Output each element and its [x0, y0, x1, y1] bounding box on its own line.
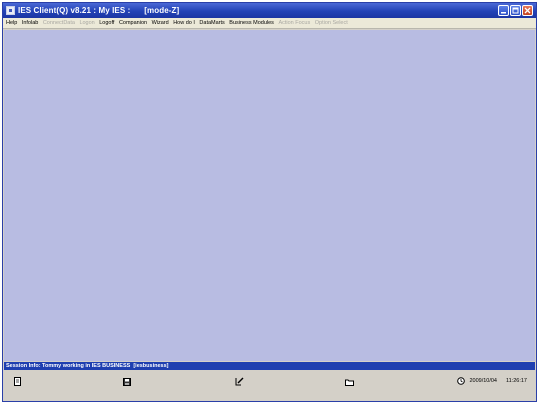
- main-workspace: [4, 30, 535, 361]
- menu-infolab[interactable]: Infolab: [22, 20, 39, 26]
- menu-connectdata[interactable]: ConnectData: [43, 20, 75, 26]
- clock-icon: [457, 377, 466, 385]
- time-text: 11:26:17: [505, 378, 527, 384]
- menu-logoff[interactable]: Logoff: [99, 20, 114, 26]
- close-icon: [524, 7, 531, 14]
- menu-help[interactable]: Help: [6, 20, 17, 26]
- date-time-display: 2009/10/04 11:26:17: [457, 377, 527, 385]
- document-icon[interactable]: [13, 377, 22, 386]
- menu-bar: Help Infolab ConnectData Logon Logoff Co…: [3, 18, 536, 29]
- menu-wizard[interactable]: Wizard: [152, 20, 169, 26]
- title-bar[interactable]: IES Client(Q) v8.21 : My IES : [mode-Z]: [3, 3, 536, 18]
- session-info-bar: Session Info: Tommy working in IES BUSIN…: [4, 362, 535, 370]
- menu-logon[interactable]: Logon: [79, 20, 94, 26]
- close-button[interactable]: [522, 5, 533, 16]
- maximize-icon: [512, 7, 519, 14]
- menu-datamarts[interactable]: DataMarts: [199, 20, 224, 26]
- edit-pen-icon[interactable]: [235, 377, 244, 386]
- menu-action-focus[interactable]: Action Focus: [278, 20, 310, 26]
- app-icon[interactable]: [6, 6, 15, 15]
- session-info-text: Session Info: Tommy working in IES BUSIN…: [6, 363, 169, 369]
- window-controls: [498, 5, 533, 16]
- menu-business-modules[interactable]: Business Modules: [229, 20, 274, 26]
- date-text: 2009/10/04: [469, 378, 497, 384]
- minimize-button[interactable]: [498, 5, 509, 16]
- bottom-toolbar: 2009/10/04 11:26:17: [4, 371, 535, 396]
- menu-option-select[interactable]: Option Select: [315, 20, 348, 26]
- minimize-icon: [501, 12, 506, 14]
- menu-companion[interactable]: Companion: [119, 20, 147, 26]
- app-window: IES Client(Q) v8.21 : My IES : [mode-Z] …: [2, 2, 537, 402]
- maximize-button[interactable]: [510, 5, 521, 16]
- window-title: IES Client(Q) v8.21 : My IES : [mode-Z]: [18, 6, 180, 15]
- save-icon[interactable]: [122, 377, 131, 386]
- menu-how-do-i[interactable]: How do I: [173, 20, 195, 26]
- folder-icon[interactable]: [345, 377, 354, 386]
